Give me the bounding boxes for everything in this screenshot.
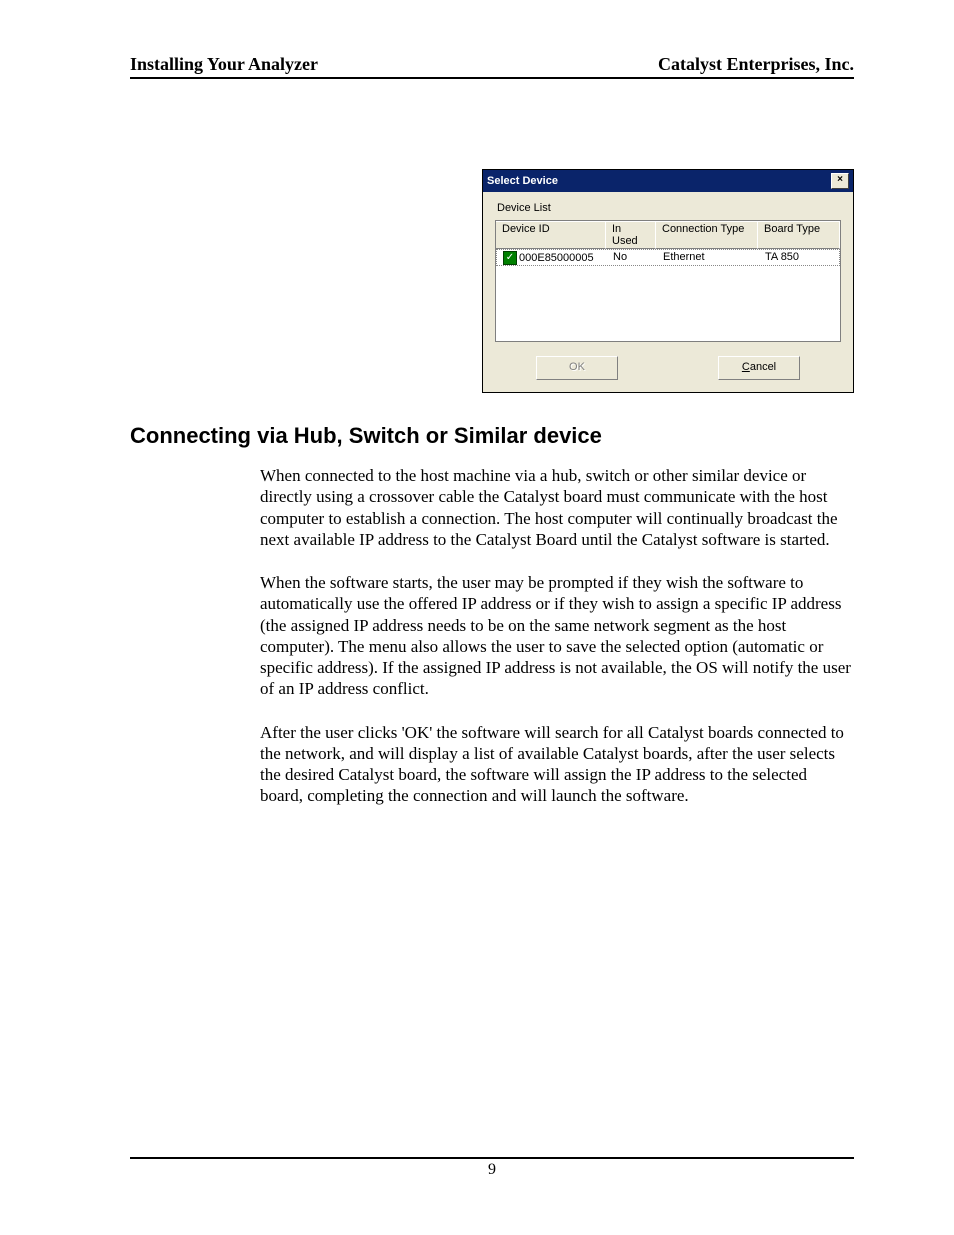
cell-device-id: ✓000E85000005 — [497, 251, 607, 265]
section-heading: Connecting via Hub, Switch or Similar de… — [130, 423, 854, 449]
header-left: Installing Your Analyzer — [130, 54, 318, 75]
col-in-used[interactable]: In Used — [606, 221, 656, 249]
close-icon[interactable]: × — [831, 173, 849, 189]
header-right: Catalyst Enterprises, Inc. — [658, 54, 854, 75]
cell-board-type: TA 850 — [759, 251, 839, 265]
device-table[interactable]: Device ID In Used Connection Type Board … — [495, 220, 841, 342]
device-id-text: 000E85000005 — [519, 252, 594, 264]
paragraph-1: When connected to the host machine via a… — [260, 465, 854, 550]
table-row[interactable]: ✓000E85000005 No Ethernet TA 850 — [496, 249, 840, 266]
dialog-titlebar: Select Device × — [483, 170, 853, 192]
cell-in-used: No — [607, 251, 657, 265]
col-board-type[interactable]: Board Type — [758, 221, 840, 249]
paragraph-3: After the user clicks 'OK' the software … — [260, 722, 854, 807]
check-icon: ✓ — [503, 251, 517, 265]
dialog-title: Select Device — [487, 175, 558, 187]
paragraph-2: When the software starts, the user may b… — [260, 572, 854, 700]
col-connection-type[interactable]: Connection Type — [656, 221, 758, 249]
cancel-button[interactable]: Cancel — [718, 356, 800, 380]
ok-button: OK — [536, 356, 618, 380]
col-device-id[interactable]: Device ID — [496, 221, 606, 249]
page-footer: 9 — [130, 1157, 854, 1179]
cell-connection-type: Ethernet — [657, 251, 759, 265]
device-list-label: Device List — [497, 202, 841, 214]
select-device-dialog: Select Device × Device List Device ID In… — [482, 169, 854, 393]
page-number: 9 — [488, 1161, 496, 1178]
dialog-screenshot: Select Device × Device List Device ID In… — [130, 169, 854, 393]
page-header: Installing Your Analyzer Catalyst Enterp… — [130, 54, 854, 79]
body-text: When connected to the host machine via a… — [260, 465, 854, 807]
table-header: Device ID In Used Connection Type Board … — [496, 221, 840, 249]
